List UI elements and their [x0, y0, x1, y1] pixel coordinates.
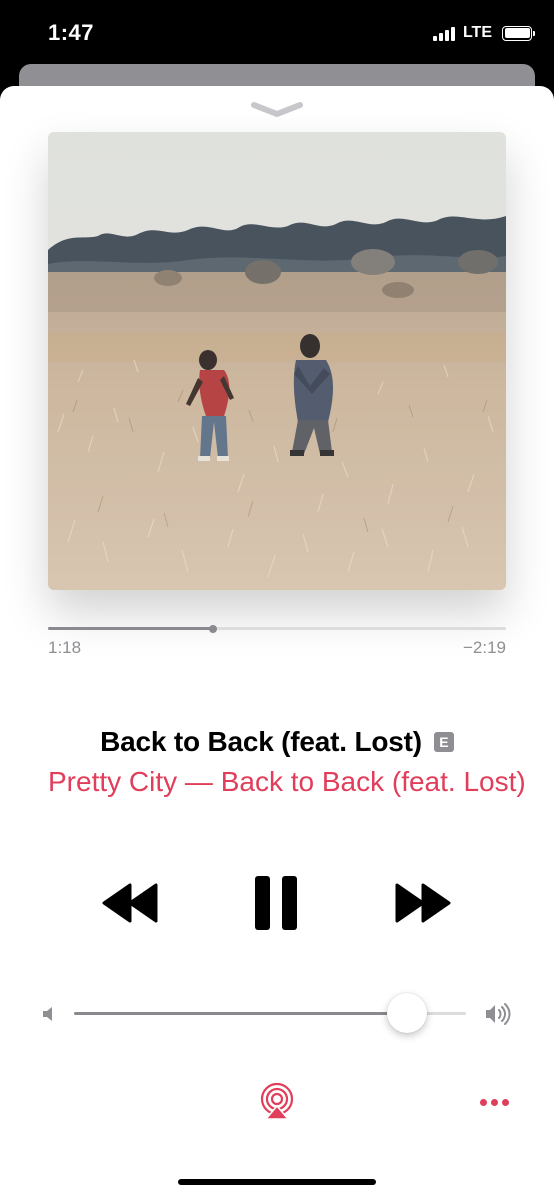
dismiss-chevron-icon[interactable] [251, 100, 303, 120]
status-bar: 1:47 LTE [0, 0, 554, 66]
pause-icon [255, 876, 297, 930]
fast-forward-icon [395, 883, 451, 923]
more-button[interactable] [476, 1090, 512, 1114]
explicit-badge: E [433, 732, 454, 752]
airplay-icon[interactable] [258, 1082, 296, 1120]
volume-low-icon [43, 1007, 52, 1021]
network-type: LTE [462, 24, 492, 41]
fast-forward-button[interactable] [391, 881, 453, 925]
battery-icon [502, 25, 535, 41]
album-artwork [48, 132, 506, 590]
artist-album-subtitle: Pretty City — Back to Back (feat. Lost) [48, 766, 526, 797]
marquee-fade [524, 766, 554, 806]
artist-album-marquee[interactable]: Pretty City — Back to Back (feat. Lost) [0, 766, 554, 806]
rewind-button[interactable] [100, 881, 162, 925]
scrubber-elapsed-fill [48, 627, 213, 630]
elapsed-time: 1:18 [48, 638, 82, 657]
more-icon-dot [501, 1098, 509, 1106]
volume-fill [74, 1012, 408, 1015]
volume-high-icon [486, 1003, 511, 1025]
song-title: Back to Back (feat. Lost) [100, 726, 422, 757]
rewind-icon [102, 883, 158, 923]
remaining-time: −2:19 [462, 638, 506, 657]
more-icon-dot [490, 1098, 498, 1106]
home-indicator[interactable] [178, 1179, 376, 1185]
pause-button[interactable] [252, 874, 300, 932]
song-title-row: Back to Back (feat. Lost) E [0, 726, 554, 758]
scrubber-knob[interactable] [208, 624, 217, 633]
volume-knob[interactable] [387, 993, 428, 1033]
status-indicators: LTE [432, 24, 535, 42]
cellular-signal-icon [432, 25, 455, 41]
more-icon-dot [479, 1098, 487, 1106]
now-playing-sheet: 1:18 −2:19 Back to Back (feat. Lost) E P… [0, 86, 554, 1200]
playback-scrubber[interactable] [48, 624, 506, 633]
status-time: 1:47 [48, 20, 95, 45]
volume-slider[interactable] [74, 993, 466, 1033]
